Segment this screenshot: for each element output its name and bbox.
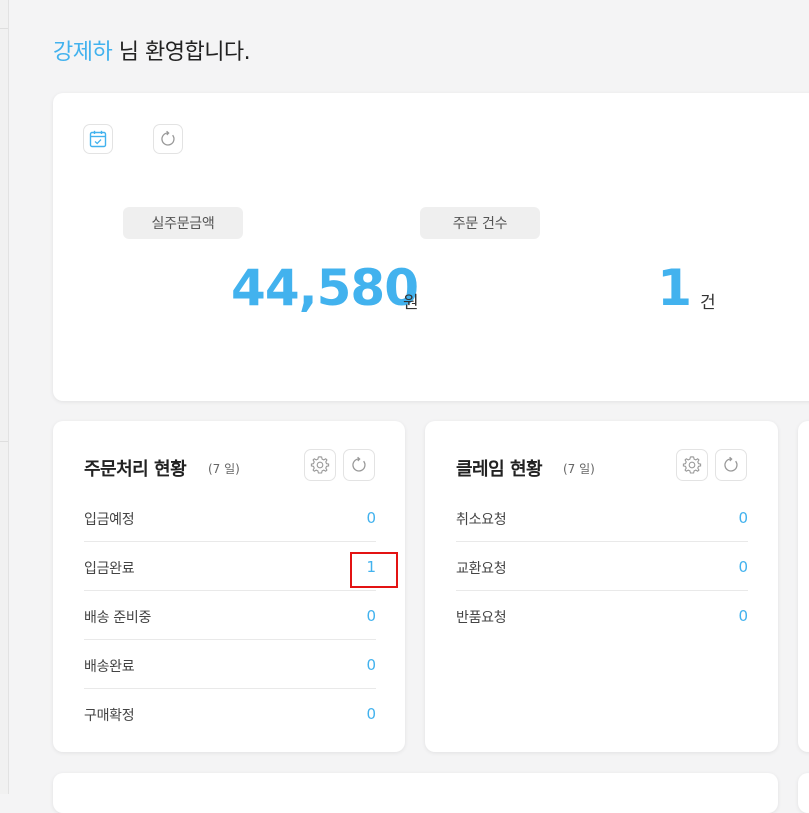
row-label: 교환요청 [456,561,507,577]
claim-status-period: (7 일) [563,462,595,476]
row-value[interactable]: 0 [366,705,376,723]
gear-icon [310,456,330,474]
claim-status-list: 취소요청 0 교환요청 0 반품요청 0 [456,493,748,639]
calendar-check-icon [89,130,107,148]
row-value[interactable]: 0 [738,509,748,527]
highlight-box [350,552,398,588]
refresh-icon [724,456,738,472]
row-value[interactable]: 0 [366,607,376,625]
order-status-list: 입금예정 0 입금완료 1 배송 준비중 0 배송완료 0 구매확정 0 [84,493,376,737]
order-count-value: 1 [657,259,692,317]
welcome-text: 님 환영합니다. [118,40,251,65]
claim-status-card: 클레임 현황 (7 일) 취소요청 0 교환요청 0 반품요청 0 [425,421,778,752]
stat-label-order-count: 주문 건수 [420,207,540,239]
bottom-card [53,773,778,813]
row-value[interactable]: 0 [366,656,376,674]
gear-icon [682,456,702,474]
claim-settings-button[interactable] [676,449,708,481]
welcome-message: 강제하 님 환영합니다. [53,34,251,66]
row-value[interactable]: 0 [738,558,748,576]
divider [0,28,8,29]
calendar-button[interactable] [83,124,113,154]
row-label: 취소요청 [456,512,507,528]
row-label: 입금완료 [84,561,135,577]
claim-status-title: 클레임 현황 [456,459,543,480]
row-label: 구매확정 [84,708,135,724]
refresh-icon [352,456,366,472]
next-card-edge [798,773,809,813]
left-sidebar-edge [0,0,9,794]
order-amount-value: 44,580 [231,259,419,317]
claim-refresh-button[interactable] [715,449,747,481]
row-label: 입금예정 [84,512,135,528]
order-amount-unit: 원 [403,293,419,313]
next-card-edge [798,421,809,752]
order-status-title: 주문처리 현황 [84,459,187,480]
list-item[interactable]: 배송 준비중 0 [84,591,376,640]
list-item[interactable]: 입금예정 0 [84,493,376,542]
refresh-icon [161,130,175,146]
order-refresh-button[interactable] [343,449,375,481]
row-value[interactable]: 0 [366,509,376,527]
stat-label-order-amount: 실주문금액 [123,207,243,239]
list-item[interactable]: 반품요청 0 [456,591,748,639]
order-count-unit: 건 [700,293,716,313]
order-status-period: (7 일) [208,462,240,476]
divider [0,441,8,442]
row-label: 배송완료 [84,659,135,675]
user-name: 강제하 [53,40,113,65]
list-item[interactable]: 입금완료 1 [84,542,376,591]
refresh-button[interactable] [153,124,183,154]
sales-summary-card: 실주문금액 44,580 원 주문 건수 1 건 [53,93,809,401]
row-label: 배송 준비중 [84,610,152,626]
row-label: 반품요청 [456,610,507,626]
list-item[interactable]: 구매확정 0 [84,689,376,737]
list-item[interactable]: 취소요청 0 [456,493,748,542]
order-settings-button[interactable] [304,449,336,481]
list-item[interactable]: 교환요청 0 [456,542,748,591]
row-value[interactable]: 0 [738,607,748,625]
list-item[interactable]: 배송완료 0 [84,640,376,689]
